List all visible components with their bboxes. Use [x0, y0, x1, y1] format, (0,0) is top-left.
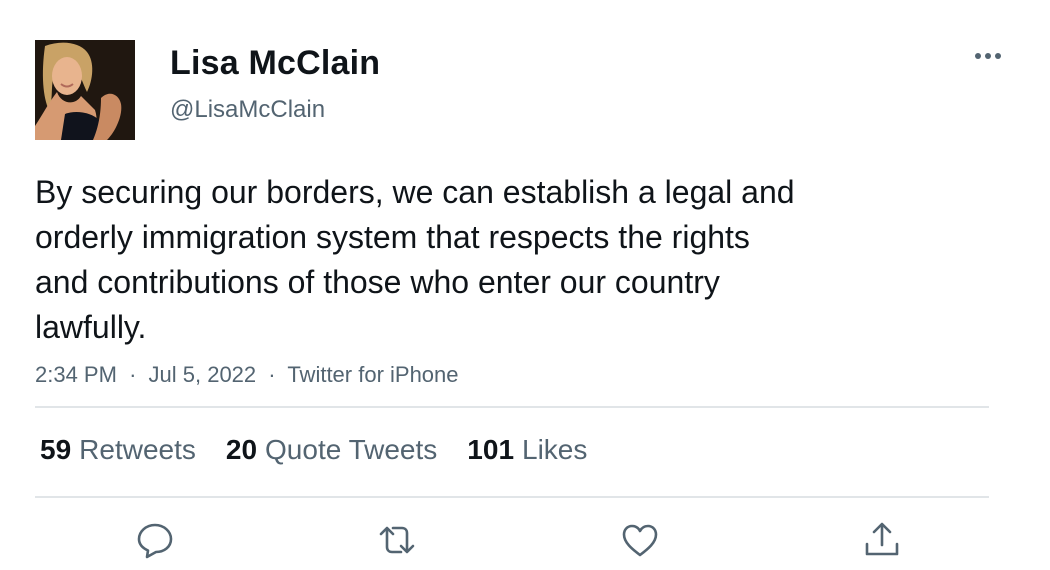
reply-button[interactable]	[133, 518, 177, 562]
like-button[interactable]	[618, 518, 662, 562]
tweet-meta: 2:34 PM · Jul 5, 2022 · Twitter for iPho…	[35, 360, 459, 390]
engagement-stats: 59 Retweets 20 Quote Tweets 101 Likes	[40, 430, 617, 470]
more-icon	[975, 53, 1001, 59]
retweets-label: Retweets	[79, 434, 196, 465]
author-display-name[interactable]: Lisa McClain	[170, 42, 380, 84]
likes-stat[interactable]: 101 Likes	[467, 432, 587, 468]
divider	[35, 406, 989, 408]
heart-icon	[622, 524, 658, 557]
retweet-icon	[379, 526, 415, 554]
meta-separator: ·	[129, 362, 137, 387]
author-handle[interactable]: @LisaMcClain	[170, 94, 325, 126]
quote-tweets-stat[interactable]: 20 Quote Tweets	[226, 432, 437, 468]
quote-tweets-label: Quote Tweets	[265, 434, 438, 465]
meta-separator: ·	[268, 362, 276, 387]
tweet-source[interactable]: Twitter for iPhone	[287, 362, 458, 387]
retweets-stat[interactable]: 59 Retweets	[40, 432, 196, 468]
avatar[interactable]	[35, 40, 135, 140]
tweet-text: By securing our borders, we can establis…	[35, 174, 795, 345]
tweet-card: Lisa McClain @LisaMcClain By securing ou…	[0, 0, 1050, 570]
likes-label: Likes	[522, 434, 588, 465]
retweet-button[interactable]	[375, 518, 419, 562]
likes-count: 101	[467, 434, 515, 465]
share-icon	[865, 522, 899, 556]
more-options-button[interactable]	[970, 44, 1006, 68]
tweet-time[interactable]: 2:34 PM	[35, 362, 117, 387]
quote-tweets-count: 20	[225, 434, 258, 465]
share-button[interactable]	[860, 518, 904, 562]
reply-icon	[137, 523, 173, 559]
retweets-count: 59	[40, 434, 72, 465]
divider	[35, 496, 989, 498]
tweet-date[interactable]: Jul 5, 2022	[149, 362, 257, 387]
profile-photo	[35, 40, 135, 140]
